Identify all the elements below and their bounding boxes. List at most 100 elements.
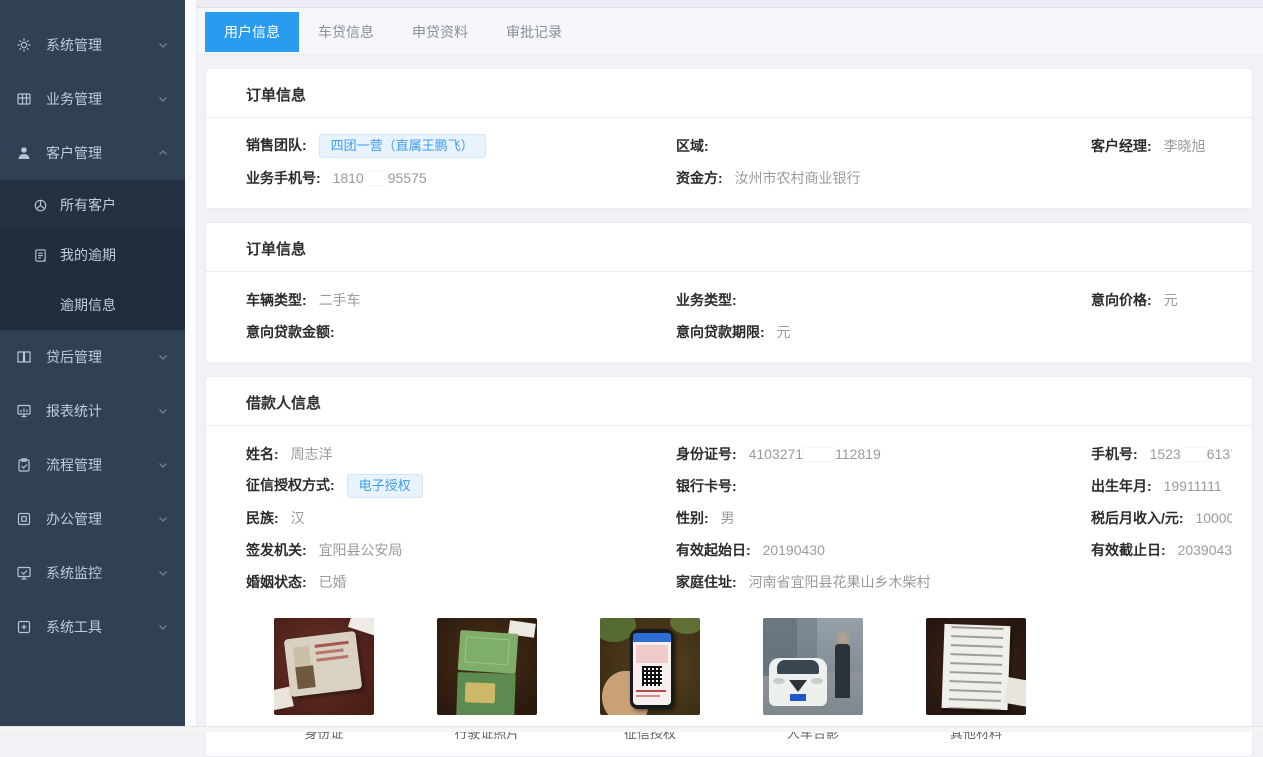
field-id-number: 身份证号: 4103271112819 — [676, 444, 1091, 464]
sidebar: 系统管理 业务管理 客户管理 所有客户 — [0, 0, 185, 726]
tab-user-info[interactable]: 用户信息 — [205, 12, 299, 52]
sidebar-item-report-stats[interactable]: 报表统计 — [0, 384, 185, 438]
main-content: 用户信息 车贷信息 申贷资料 审批记录 订单信息 销售团队: 四团一营（直属王鹏… — [197, 0, 1263, 726]
field-region: 区域: — [676, 136, 1091, 156]
vehicle-license-photo[interactable] — [437, 618, 537, 715]
photo-document[interactable]: 其他材料 — [926, 618, 1026, 742]
field-fund-provider: 资金方: 汝州市农村商业银行 — [676, 168, 1091, 188]
field-intended-loan-amount: 意向贷款金额: — [246, 322, 676, 342]
sidebar-item-label: 流程管理 — [46, 455, 157, 475]
photo-person-car[interactable]: 人车合影 — [763, 618, 863, 742]
credit-auth-tag[interactable]: 电子授权 — [347, 474, 423, 498]
customers-icon — [33, 198, 48, 213]
sidebar-item-label: 办公管理 — [46, 509, 157, 529]
photo-vehicle-license[interactable]: 行驶证照片 — [437, 618, 537, 742]
top-strip — [197, 0, 1263, 8]
sidebar-item-business-mgmt[interactable]: 业务管理 — [0, 72, 185, 126]
photo-credit-auth[interactable]: 征信授权 — [600, 618, 700, 742]
chevron-down-icon — [157, 459, 169, 471]
card-title: 借款人信息 — [206, 377, 1252, 426]
card-title: 订单信息 — [206, 69, 1252, 118]
tab-bar: 用户信息 车贷信息 申贷资料 审批记录 — [197, 8, 1263, 55]
field-issuing-authority: 签发机关: 宜阳县公安局 — [246, 540, 676, 560]
field-sales-team: 销售团队: 四团一营（直属王鹏飞） — [246, 134, 676, 158]
field-mobile: 手机号: 15236137 — [1091, 444, 1232, 464]
vertical-scrollbar[interactable] — [185, 0, 197, 726]
card-title: 订单信息 — [206, 223, 1252, 272]
sidebar-item-system-monitor[interactable]: 系统监控 — [0, 546, 185, 600]
scroll-area: 订单信息 销售团队: 四团一营（直属王鹏飞） 区域: 客户经理: 李晓旭 — [197, 55, 1263, 757]
field-account-manager: 客户经理: 李晓旭 — [1091, 136, 1232, 156]
credit-auth-photo[interactable] — [600, 618, 700, 715]
field-ethnicity: 民族: 汉 — [246, 508, 676, 528]
photo-thumbnails: 身份证 行驶证照片 — [246, 598, 1232, 742]
person-car-photo[interactable] — [763, 618, 863, 715]
redaction-box — [804, 448, 834, 461]
handwritten-document-photo[interactable] — [926, 618, 1026, 715]
redaction-box — [1182, 448, 1206, 461]
chevron-down-icon — [157, 405, 169, 417]
sidebar-item-postloan-mgmt[interactable]: 贷后管理 — [0, 330, 185, 384]
report-icon — [16, 403, 32, 419]
card-order-info-2: 订单信息 车辆类型: 二手车 业务类型: 意向价格: 元 — [205, 222, 1253, 363]
field-monthly-income: 税后月收入/元: 10000 — [1091, 508, 1232, 528]
sidebar-item-office-mgmt[interactable]: 办公管理 — [0, 492, 185, 546]
field-birth-date: 出生年月: 19911111 — [1091, 476, 1232, 496]
field-home-address: 家庭住址: 河南省宜阳县花果山乡木柴村 — [676, 572, 1091, 592]
card-borrower-info: 借款人信息 姓名: 周志洋 身份证号: 4103271112819 手机号: 1… — [205, 376, 1253, 757]
sidebar-item-customer-mgmt[interactable]: 客户管理 — [0, 126, 185, 180]
tab-loan-application-docs[interactable]: 申贷资料 — [393, 12, 487, 52]
field-marital-status: 婚姻状态: 已婚 — [246, 572, 676, 592]
redaction-box — [365, 172, 387, 185]
photo-id-card[interactable]: 身份证 — [274, 618, 374, 742]
sidebar-item-label: 逾期信息 — [60, 295, 116, 315]
field-intended-loan-term: 意向贷款期限: 元 — [676, 322, 1091, 342]
sidebar-item-label: 系统管理 — [46, 35, 157, 55]
book-icon — [16, 349, 32, 365]
sidebar-item-label: 客户管理 — [46, 143, 157, 163]
sidebar-item-my-overdue[interactable]: 我的逾期 — [0, 230, 185, 280]
sidebar-item-label: 业务管理 — [46, 89, 157, 109]
sidebar-item-label: 系统工具 — [46, 617, 157, 637]
qr-code — [642, 666, 662, 686]
chevron-down-icon — [157, 513, 169, 525]
tab-car-loan-info[interactable]: 车贷信息 — [299, 12, 393, 52]
field-bank-card: 银行卡号: — [676, 476, 1091, 496]
field-valid-until: 有效截止日: 20390430 — [1091, 540, 1232, 560]
process-icon — [16, 457, 32, 473]
office-icon — [16, 511, 32, 527]
sidebar-item-overdue-info[interactable]: 逾期信息 — [0, 280, 185, 330]
chevron-down-icon — [157, 621, 169, 633]
tools-icon — [16, 619, 32, 635]
chevron-down-icon — [157, 351, 169, 363]
user-icon — [16, 145, 32, 161]
field-valid-from: 有效起始日: 20190430 — [676, 540, 1091, 560]
sidebar-item-system-tools[interactable]: 系统工具 — [0, 600, 185, 654]
sidebar-item-label: 系统监控 — [46, 563, 157, 583]
sidebar-item-all-customers[interactable]: 所有客户 — [0, 180, 185, 230]
sidebar-submenu-customer: 所有客户 我的逾期 逾期信息 — [0, 180, 185, 330]
field-name: 姓名: 周志洋 — [246, 444, 676, 464]
overdue-list-icon — [33, 248, 48, 263]
field-intended-price: 意向价格: 元 — [1091, 290, 1232, 310]
sidebar-item-system-mgmt[interactable]: 系统管理 — [0, 18, 185, 72]
card-order-info-1: 订单信息 销售团队: 四团一营（直属王鹏飞） 区域: 客户经理: 李晓旭 — [205, 68, 1253, 209]
chevron-down-icon — [157, 93, 169, 105]
field-vehicle-type: 车辆类型: 二手车 — [246, 290, 676, 310]
chevron-down-icon — [157, 39, 169, 51]
monitor-icon — [16, 565, 32, 581]
sales-team-tag[interactable]: 四团一营（直属王鹏飞） — [319, 134, 486, 158]
sidebar-item-label: 报表统计 — [46, 401, 157, 421]
field-gender: 性别: 男 — [676, 508, 1091, 528]
sidebar-item-process-mgmt[interactable]: 流程管理 — [0, 438, 185, 492]
gear-icon — [16, 37, 32, 53]
field-credit-auth-method: 征信授权方式: 电子授权 — [246, 474, 676, 498]
chevron-up-icon — [157, 147, 169, 159]
sidebar-item-label: 所有客户 — [60, 195, 116, 215]
grid-icon — [16, 91, 32, 107]
id-card-photo[interactable] — [274, 618, 374, 715]
horizontal-scrollbar[interactable] — [0, 726, 1263, 732]
field-business-phone: 业务手机号: 181095575 — [246, 168, 676, 188]
field-business-type: 业务类型: — [676, 290, 1091, 310]
tab-approval-records[interactable]: 审批记录 — [487, 12, 581, 52]
